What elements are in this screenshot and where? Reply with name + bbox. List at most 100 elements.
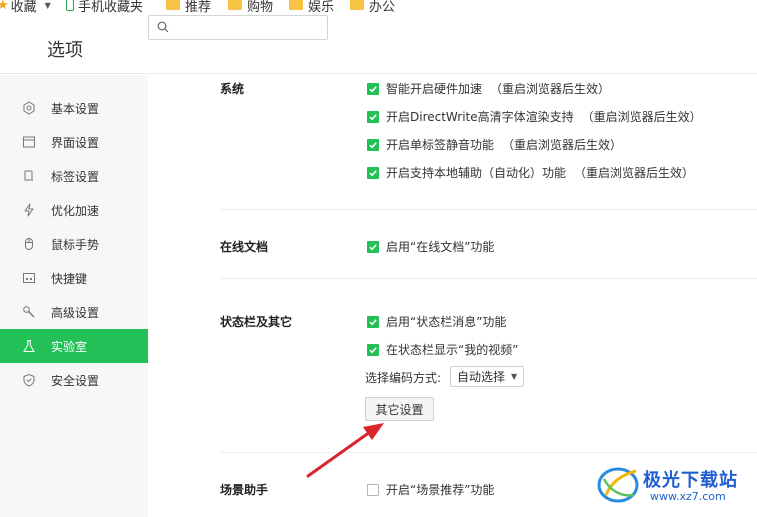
- option-hardware-acceleration[interactable]: 智能开启硬件加速 （重启浏览器后生效）: [367, 80, 610, 97]
- sidebar-item-label: 鼠标手势: [51, 237, 100, 252]
- sidebar-item-shortcuts[interactable]: 快捷键: [0, 261, 148, 295]
- sidebar-item-label: 快捷键: [51, 271, 88, 286]
- option-local-assist[interactable]: 开启支持本地辅助（自动化）功能 （重启浏览器后生效）: [367, 164, 694, 181]
- sidebar-item-advanced[interactable]: 高级设置: [0, 295, 148, 329]
- sidebar-item-mouse-gesture[interactable]: 鼠标手势: [0, 227, 148, 261]
- sidebar-item-label: 基本设置: [51, 101, 100, 116]
- section-divider: [220, 278, 757, 279]
- sidebar: 基本设置 界面设置 标签设置 优化加速 鼠标手势 快捷键 高级设置 实验室 安全…: [0, 75, 148, 517]
- bookmark-label: 收藏: [10, 0, 37, 15]
- option-online-docs[interactable]: 启用“在线文档”功能: [367, 238, 494, 255]
- sidebar-item-interface[interactable]: 界面设置: [0, 125, 148, 159]
- option-note: （重启浏览器后生效）: [490, 82, 611, 96]
- folder-icon: [350, 0, 364, 10]
- checkmark-icon: [369, 243, 377, 250]
- folder-icon: [166, 0, 180, 10]
- checkmark-icon: [369, 141, 377, 148]
- phone-icon: [66, 0, 74, 11]
- bookmark-shopping[interactable]: 购物: [228, 0, 274, 15]
- option-note: （重启浏览器后生效）: [581, 110, 702, 124]
- encoding-label: 选择编码方式:: [365, 371, 442, 385]
- bookmark-label: 手机收藏夹: [78, 0, 144, 15]
- option-label: 开启DirectWrite高清字体渲染支持: [386, 110, 574, 124]
- tab-icon: [22, 169, 36, 183]
- gear-icon: [22, 101, 36, 115]
- checkmark-icon: [369, 318, 377, 325]
- sidebar-item-label: 标签设置: [51, 169, 100, 184]
- checkmark-icon: [369, 346, 377, 353]
- option-tab-mute[interactable]: 开启单标签静音功能 （重启浏览器后生效）: [367, 136, 622, 153]
- option-statusbar-messages[interactable]: 启用“状态栏消息”功能: [367, 313, 506, 330]
- section-title-online-docs: 在线文档: [220, 240, 269, 254]
- option-label: 开启“场景推荐”功能: [386, 483, 495, 497]
- checkbox-checked[interactable]: [367, 315, 379, 328]
- encoding-select-value: 自动选择: [457, 370, 506, 384]
- bookmark-label: 娱乐: [308, 0, 335, 15]
- sidebar-item-label: 高级设置: [51, 305, 100, 320]
- search-icon: [157, 21, 169, 33]
- option-label: 开启支持本地辅助（自动化）功能: [386, 166, 567, 180]
- checkmark-icon: [369, 85, 377, 92]
- chevron-down-icon: ▼: [511, 372, 518, 381]
- chevron-down-icon[interactable]: ▼: [45, 1, 51, 10]
- bookmark-label: 购物: [247, 0, 274, 15]
- checkmark-icon: [369, 113, 377, 120]
- section-divider: [220, 452, 757, 453]
- section-title-system: 系统: [220, 82, 245, 96]
- sidebar-item-tabs[interactable]: 标签设置: [0, 159, 148, 193]
- option-label: 启用“在线文档”功能: [386, 240, 495, 254]
- page-title: 选项: [47, 40, 83, 61]
- bookmark-office[interactable]: 办公: [350, 0, 396, 15]
- keyboard-icon: [22, 271, 36, 285]
- lightning-icon: [22, 203, 36, 217]
- mouse-icon: [22, 237, 36, 251]
- option-label: 启用“状态栏消息”功能: [386, 315, 507, 329]
- sidebar-item-optimize[interactable]: 优化加速: [0, 193, 148, 227]
- checkbox-unchecked[interactable]: [367, 483, 379, 496]
- checkmark-icon: [369, 169, 377, 176]
- checkbox-checked[interactable]: [367, 110, 379, 123]
- folder-icon: [289, 0, 303, 10]
- other-settings-button[interactable]: 其它设置: [365, 397, 434, 421]
- options-header: 选项: [0, 21, 757, 74]
- search-input[interactable]: [148, 15, 328, 40]
- bookmark-entertainment[interactable]: 娱乐: [289, 0, 335, 15]
- checkbox-checked[interactable]: [367, 240, 379, 253]
- folder-icon: [228, 0, 242, 10]
- star-icon: ★: [0, 0, 9, 13]
- checkbox-checked[interactable]: [367, 82, 379, 95]
- sidebar-item-label: 优化加速: [51, 203, 100, 218]
- bookmark-recommend[interactable]: 推荐: [166, 0, 212, 15]
- option-note: （重启浏览器后生效）: [574, 166, 695, 180]
- bookmark-mobile[interactable]: 手机收藏夹: [66, 0, 144, 15]
- bookmark-bar: ★ 收藏 ▼ 手机收藏夹 推荐 购物 娱乐 办公: [0, 0, 757, 16]
- option-label: 在状态栏显示“我的视频”: [386, 343, 519, 357]
- checkbox-checked[interactable]: [367, 166, 379, 179]
- option-statusbar-my-videos[interactable]: 在状态栏显示“我的视频”: [367, 341, 518, 358]
- option-note: （重启浏览器后生效）: [502, 138, 623, 152]
- sidebar-item-lab[interactable]: 实验室: [0, 329, 148, 363]
- sidebar-item-label: 安全设置: [51, 373, 100, 388]
- option-directwrite[interactable]: 开启DirectWrite高清字体渲染支持 （重启浏览器后生效）: [367, 108, 702, 125]
- shield-icon: [22, 373, 36, 387]
- section-title-statusbar: 状态栏及其它: [220, 315, 293, 329]
- sidebar-item-label: 实验室: [51, 339, 88, 354]
- sidebar-item-basic[interactable]: 基本设置: [0, 91, 148, 125]
- option-label: 智能开启硬件加速: [386, 82, 483, 96]
- encoding-select[interactable]: 自动选择 ▼: [450, 366, 524, 387]
- option-scene-recommend[interactable]: 开启“场景推荐”功能: [367, 481, 494, 498]
- bookmark-label: 推荐: [185, 0, 212, 15]
- bookmark-label: 办公: [369, 0, 396, 15]
- checkbox-checked[interactable]: [367, 138, 379, 151]
- bookmark-favorites[interactable]: ★ 收藏 ▼: [0, 0, 51, 15]
- window-icon: [22, 135, 36, 149]
- watermark-brand: 极光下载站: [643, 470, 738, 491]
- section-title-scene: 场景助手: [220, 483, 269, 497]
- watermark-url: www.xz7.com: [650, 490, 726, 503]
- sidebar-item-security[interactable]: 安全设置: [0, 363, 148, 397]
- option-label: 开启单标签静音功能: [386, 138, 495, 152]
- checkbox-checked[interactable]: [367, 343, 379, 356]
- wrench-icon: [22, 305, 36, 319]
- flask-icon: [22, 339, 36, 353]
- sidebar-item-label: 界面设置: [51, 135, 100, 150]
